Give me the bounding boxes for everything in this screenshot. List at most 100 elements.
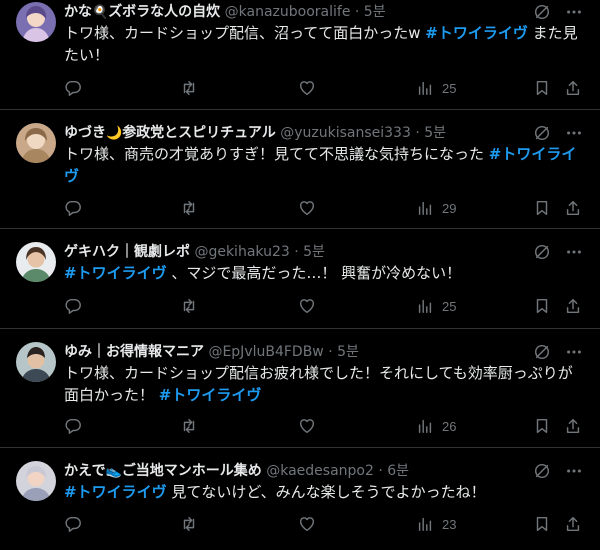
avatar[interactable] xyxy=(16,2,56,42)
retweet-icon xyxy=(183,200,195,216)
more-icon[interactable] xyxy=(564,2,584,22)
bookmark-icon xyxy=(536,80,548,96)
tweet-item[interactable]: かえで👟ご当地マンホール集め @kaedesanpo2 · 6분 #トワイライヴ… xyxy=(0,459,600,550)
display-name[interactable]: かえで👟ご当地マンホール集め xyxy=(64,463,262,479)
bookmark-icon xyxy=(536,200,548,216)
reply-icon xyxy=(65,80,81,96)
tweet-header: かえで👟ご当地マンホール集め @kaedesanpo2 · 6분 xyxy=(64,461,520,481)
views-button[interactable]: 25 xyxy=(416,296,456,316)
views-icon xyxy=(418,201,432,216)
grok-icon[interactable] xyxy=(532,123,552,143)
views-button[interactable]: 25 xyxy=(416,78,456,98)
user-handle[interactable]: @yuzukisansei333 xyxy=(280,125,411,141)
more-icon[interactable] xyxy=(564,461,584,481)
timestamp[interactable]: 5분 xyxy=(337,344,359,360)
views-icon xyxy=(418,81,432,96)
user-handle[interactable]: @gekihaku23 xyxy=(194,244,289,260)
separator-dot: · xyxy=(378,463,383,479)
timestamp[interactable]: 5분 xyxy=(303,244,325,260)
reply-button[interactable] xyxy=(64,514,82,534)
reply-button[interactable] xyxy=(64,198,82,218)
bookmark-icon xyxy=(536,298,548,314)
reply-button[interactable] xyxy=(64,296,82,316)
retweet-button[interactable] xyxy=(180,198,198,218)
retweet-icon xyxy=(183,298,195,314)
like-button[interactable] xyxy=(298,416,316,436)
tweet-text: トワ様、商売の才覚ありすぎ！見てて不思議な気持ちになった #トワイライヴ xyxy=(64,145,577,185)
retweet-button[interactable] xyxy=(180,78,198,98)
tweet-actions: 29 xyxy=(64,198,588,218)
hashtag-link[interactable]: #トワイライヴ xyxy=(425,24,528,42)
user-handle[interactable]: @EpJvluB4FDBw xyxy=(208,344,323,360)
timeline-feed: かな🍳ズボラな人の自炊 @kanazubooralife · 5분 トワ様、カー… xyxy=(0,0,600,550)
hashtag-link[interactable]: #トワイライヴ xyxy=(64,483,167,501)
like-icon xyxy=(299,81,315,96)
bookmark-icon xyxy=(536,516,548,532)
avatar[interactable] xyxy=(16,123,56,163)
tweet-actions: 26 xyxy=(64,416,588,436)
grok-icon[interactable] xyxy=(532,2,552,22)
more-icon[interactable] xyxy=(564,123,584,143)
hashtag-link[interactable]: #トワイライヴ xyxy=(64,264,167,282)
views-button[interactable]: 26 xyxy=(416,416,456,436)
tweet-text: #トワイライヴ 見てないけど、みんな楽しそうでよかったね！ xyxy=(64,483,486,501)
display-name[interactable]: かな🍳ズボラな人の自炊 xyxy=(64,4,220,20)
user-handle[interactable]: @kaedesanpo2 xyxy=(266,463,374,479)
tweet-text: トワ様、カードショップ配信、沼ってて面白かったw #トワイライヴ また見たい！ xyxy=(64,24,578,64)
like-button[interactable] xyxy=(298,198,316,218)
bookmark-button[interactable] xyxy=(533,296,551,316)
avatar[interactable] xyxy=(16,461,56,501)
timestamp[interactable]: 5분 xyxy=(424,125,446,141)
retweet-button[interactable] xyxy=(180,416,198,436)
hashtag-link[interactable]: #トワイライヴ xyxy=(159,386,262,404)
share-button[interactable] xyxy=(564,78,582,98)
grok-icon[interactable] xyxy=(532,342,552,362)
retweet-icon xyxy=(183,418,195,434)
share-button[interactable] xyxy=(564,514,582,534)
user-handle[interactable]: @kanazubooralife xyxy=(225,4,351,20)
views-count: 25 xyxy=(442,80,457,96)
retweet-button[interactable] xyxy=(180,514,198,534)
reply-button[interactable] xyxy=(64,416,82,436)
tweet-item[interactable]: かな🍳ズボラな人の自炊 @kanazubooralife · 5분 トワ様、カー… xyxy=(0,0,600,110)
share-button[interactable] xyxy=(564,198,582,218)
bookmark-button[interactable] xyxy=(533,514,551,534)
bookmark-button[interactable] xyxy=(533,198,551,218)
like-icon xyxy=(299,517,315,532)
share-button[interactable] xyxy=(564,296,582,316)
grok-icon[interactable] xyxy=(532,461,552,481)
bookmark-button[interactable] xyxy=(533,416,551,436)
more-icon[interactable] xyxy=(564,242,584,262)
tweet-item[interactable]: ゆづき🌙参政党とスピリチュアル @yuzukisansei333 · 5분 トワ… xyxy=(0,121,600,229)
avatar[interactable] xyxy=(16,342,56,382)
tweet-item[interactable]: ゲキハク｜観劇レポ @gekihaku23 · 5분 #トワイライヴ 、マジで最… xyxy=(0,240,600,329)
timestamp[interactable]: 5분 xyxy=(364,4,386,20)
display-name[interactable]: ゲキハク｜観劇レポ xyxy=(64,244,190,260)
like-icon xyxy=(299,201,315,216)
tweet-item[interactable]: ゆみ｜お得情報マニア @EpJvluB4FDBw · 5분 トワ様、カードショッ… xyxy=(0,340,600,448)
grok-icon[interactable] xyxy=(532,242,552,262)
bookmark-button[interactable] xyxy=(533,78,551,98)
reply-button[interactable] xyxy=(64,78,82,98)
share-button[interactable] xyxy=(564,416,582,436)
avatar[interactable] xyxy=(16,242,56,282)
like-button[interactable] xyxy=(298,78,316,98)
more-icon[interactable] xyxy=(564,342,584,362)
timestamp[interactable]: 6분 xyxy=(387,463,409,479)
like-icon xyxy=(299,419,315,434)
like-button[interactable] xyxy=(298,296,316,316)
reply-icon xyxy=(65,200,81,216)
retweet-button[interactable] xyxy=(180,296,198,316)
views-count: 25 xyxy=(442,298,457,314)
views-count: 26 xyxy=(442,418,457,434)
display-name[interactable]: ゆみ｜お得情報マニア xyxy=(64,344,204,360)
tweet-header: ゲキハク｜観劇レポ @gekihaku23 · 5분 xyxy=(64,242,520,262)
display-name[interactable]: ゆづき🌙参政党とスピリチュアル xyxy=(64,125,276,141)
share-icon xyxy=(566,418,580,434)
like-button[interactable] xyxy=(298,514,316,534)
reply-icon xyxy=(65,418,81,434)
separator-dot: · xyxy=(328,344,333,360)
separator-dot: · xyxy=(415,125,420,141)
views-button[interactable]: 23 xyxy=(416,514,456,534)
views-button[interactable]: 29 xyxy=(416,198,456,218)
